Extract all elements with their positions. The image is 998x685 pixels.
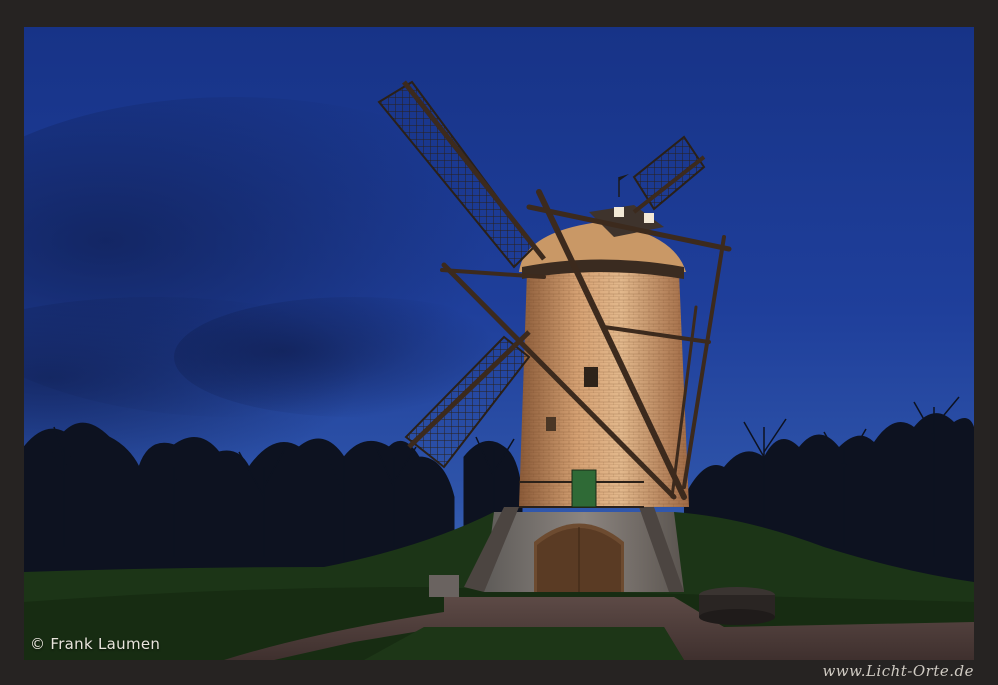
photographer-credit: © Frank Laumen [30, 635, 161, 653]
website-watermark: www.Licht-Orte.de [822, 662, 974, 680]
windmill-photo [24, 27, 974, 660]
